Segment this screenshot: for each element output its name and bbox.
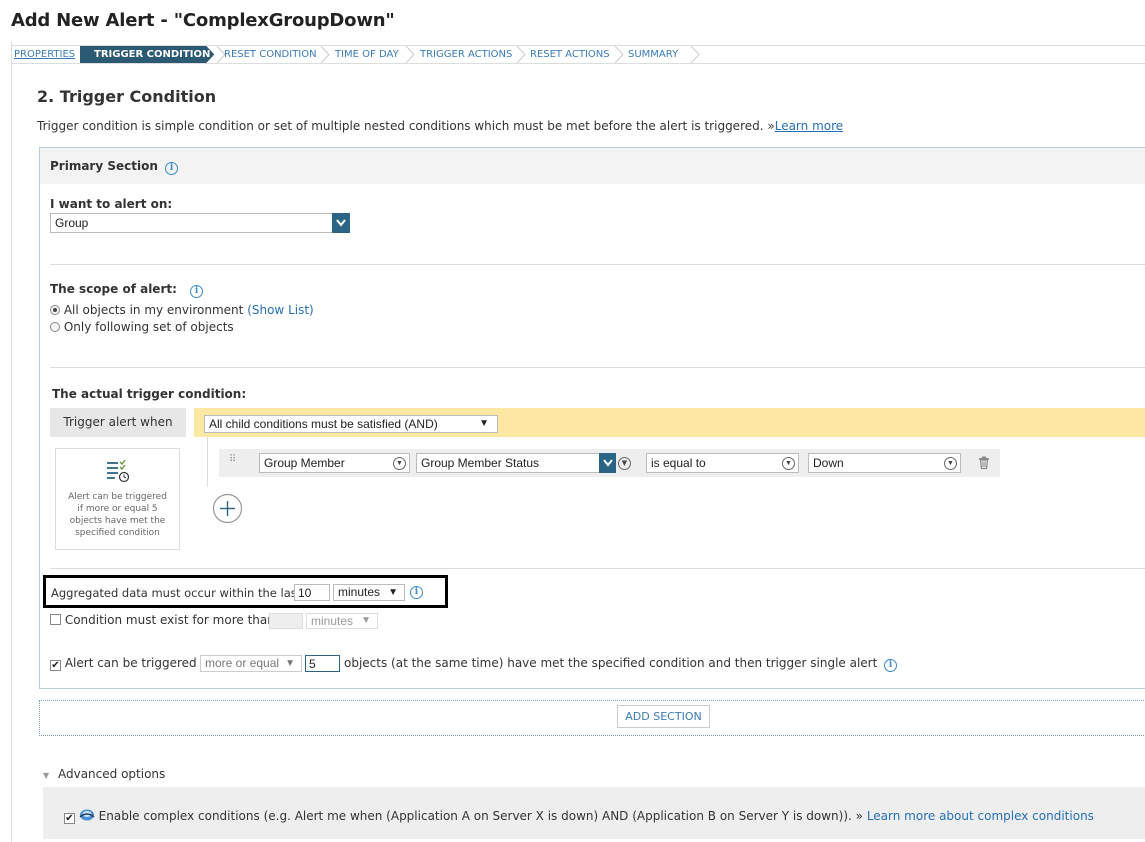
- trigger-if-suffix-text: objects (at the same time) have met the …: [344, 656, 878, 670]
- chevron-right-icon: [614, 46, 624, 63]
- step-reset-condition[interactable]: RESET CONDITION: [224, 46, 317, 63]
- trigger-if-comparator-select[interactable]: more or equal ▼: [200, 655, 302, 672]
- scope-label: The scope of alert: i: [50, 282, 204, 298]
- triangle-down-icon: ▼: [479, 418, 489, 429]
- condition-value-select[interactable]: Down ▼: [808, 453, 961, 473]
- add-section-button[interactable]: ADD SECTION: [617, 705, 710, 728]
- chevron-right-icon: [405, 46, 415, 63]
- scope-all-label: All objects in my environment: [63, 303, 244, 317]
- step-trigger-condition[interactable]: TRIGGER CONDITION: [80, 46, 214, 63]
- add-section-area: [39, 700, 1145, 736]
- actual-trigger-label: The actual trigger condition:: [52, 387, 247, 401]
- logic-select[interactable]: All child conditions must be satisfied (…: [204, 415, 498, 433]
- triangle-down-icon: ▼: [388, 587, 398, 598]
- chevron-right-icon: [690, 46, 700, 63]
- condition-field-value: Group Member: [264, 456, 345, 470]
- advanced-options-toggle[interactable]: ▼ Advanced options: [43, 767, 165, 781]
- info-icon[interactable]: i: [884, 659, 898, 672]
- condition-value-value: Down: [813, 456, 844, 470]
- page-title: Add New Alert - "ComplexGroupDown": [11, 10, 395, 31]
- divider: [50, 367, 1145, 368]
- trigger-if-option[interactable]: ✔ Alert can be triggered if: [50, 656, 208, 671]
- condition-property-value: Group Member Status: [421, 456, 540, 470]
- hint-card-text: Alert can be triggered if more or equal …: [68, 492, 167, 538]
- step-summary[interactable]: SUMMARY: [628, 46, 678, 63]
- hint-card: Alert can be triggered if more or equal …: [55, 448, 180, 550]
- complex-conditions-link[interactable]: Learn more about complex conditions: [867, 809, 1094, 823]
- logic-select-value: All child conditions must be satisfied (…: [209, 417, 438, 431]
- scope-all-radio[interactable]: [50, 305, 60, 315]
- list-clock-icon: [107, 460, 130, 483]
- add-circle-icon[interactable]: [212, 493, 243, 524]
- scope-all-option[interactable]: All objects in my environment (Show List…: [50, 303, 314, 317]
- condition-property-select[interactable]: Group Member Status: [416, 453, 616, 473]
- advanced-options-label: Advanced options: [57, 767, 166, 781]
- exist-label: Condition must exist for more than: [64, 613, 275, 627]
- trigger-if-checkbox[interactable]: ✔: [50, 660, 61, 671]
- chevron-down-icon: ▼: [944, 457, 957, 470]
- section-heading: 2. Trigger Condition: [37, 87, 217, 106]
- description-text: Trigger condition is simple condition or…: [37, 119, 775, 133]
- step-trigger-actions[interactable]: TRIGGER ACTIONS: [420, 46, 512, 63]
- complex-conditions-checkbox[interactable]: ✔: [64, 813, 75, 824]
- chevron-down-icon: ▼: [393, 457, 406, 470]
- info-icon[interactable]: i: [190, 285, 204, 298]
- complex-conditions-option[interactable]: ✔ Enable complex conditions (e.g. Alert …: [64, 808, 1094, 824]
- exist-unit-select[interactable]: minutes ▼: [306, 613, 378, 629]
- trigger-if-suffix: objects (at the same time) have met the …: [344, 656, 898, 672]
- aggregate-unit-select[interactable]: minutes ▼: [333, 584, 405, 601]
- condition-operator-select[interactable]: is equal to ▼: [646, 453, 799, 473]
- chevron-down-icon: ▼: [782, 457, 795, 470]
- learn-more-link[interactable]: Learn more: [775, 119, 843, 133]
- divider: [50, 568, 1145, 569]
- condition-field-select[interactable]: Group Member ▼: [259, 453, 410, 473]
- aggregate-unit-value: minutes: [338, 585, 381, 599]
- scope-only-radio[interactable]: [50, 322, 60, 332]
- step-time-of-day[interactable]: TIME OF DAY: [335, 46, 399, 63]
- complex-conditions-text: Enable complex conditions (e.g. Alert me…: [98, 809, 863, 823]
- description: Trigger condition is simple condition or…: [37, 119, 843, 133]
- exist-value-input[interactable]: [269, 613, 303, 629]
- trigger-if-comparator-value: more or equal: [205, 656, 280, 670]
- exist-checkbox[interactable]: [50, 614, 61, 625]
- breadcrumb: PROPERTIES TRIGGER CONDITION RESET CONDI…: [12, 45, 1145, 64]
- chevron-down-icon[interactable]: [332, 213, 350, 233]
- info-icon[interactable]: i: [410, 586, 423, 599]
- info-icon[interactable]: i: [165, 162, 179, 175]
- triangle-down-icon: ▼: [361, 615, 371, 626]
- scope-label-text: The scope of alert:: [50, 282, 177, 296]
- exist-option[interactable]: Condition must exist for more than: [50, 613, 275, 627]
- left-border: [11, 42, 12, 842]
- step-properties[interactable]: PROPERTIES: [14, 46, 75, 63]
- divider: [50, 264, 1145, 265]
- triangle-down-icon: ▼: [285, 658, 295, 669]
- triangle-down-icon: ▼: [43, 771, 50, 780]
- aggregate-label: Aggregated data must occur within the la…: [51, 586, 302, 600]
- drag-handle-icon[interactable]: ⠿: [229, 455, 239, 470]
- scope-only-option[interactable]: Only following set of objects: [50, 320, 234, 334]
- primary-section-title-text: Primary Section: [50, 159, 158, 173]
- trigger-if-label: Alert can be triggered if: [64, 656, 209, 670]
- chevron-right-icon: [516, 46, 526, 63]
- condition-operator-value: is equal to: [651, 456, 706, 470]
- chevron-right-icon: [320, 46, 330, 63]
- alert-on-value: Group: [55, 216, 89, 230]
- tree-connector: [207, 437, 208, 487]
- scope-only-label: Only following set of objects: [63, 320, 234, 334]
- show-list-link[interactable]: (Show List): [247, 303, 314, 317]
- primary-section-title: Primary Section i: [50, 159, 179, 175]
- step-reset-actions[interactable]: RESET ACTIONS: [530, 46, 610, 63]
- exist-unit-value: minutes: [311, 614, 354, 628]
- trigger-if-count-input[interactable]: [305, 655, 340, 672]
- trash-icon[interactable]: [978, 456, 990, 469]
- chevron-down-icon[interactable]: [599, 453, 616, 473]
- app-icon: [79, 809, 95, 821]
- chevron-down-icon[interactable]: ▼: [618, 457, 631, 470]
- alert-on-select[interactable]: Group: [50, 213, 350, 233]
- aggregate-value-input[interactable]: [294, 584, 330, 601]
- trigger-when-label: Trigger alert when: [50, 408, 186, 437]
- primary-section-header: [40, 148, 1145, 184]
- alert-on-label: I want to alert on:: [50, 197, 173, 211]
